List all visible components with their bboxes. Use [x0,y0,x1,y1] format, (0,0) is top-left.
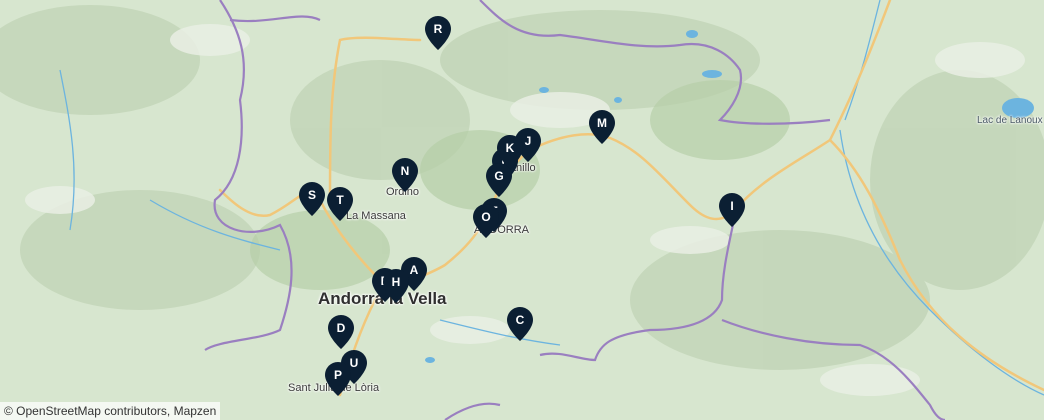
map-marker-C[interactable]: C [507,307,533,341]
map-marker-O[interactable]: O [473,204,499,238]
map-marker-M[interactable]: M [589,110,615,144]
map-marker-I[interactable]: I [719,193,745,227]
map-marker-N[interactable]: N [392,158,418,192]
map-attribution[interactable]: © OpenStreetMap contributors, Mapzen [0,402,221,420]
place-label-lac-de-lanoux: Lac de Lanoux [977,115,1043,126]
map-marker-T[interactable]: T [327,187,353,221]
map-marker-K[interactable]: K [497,135,523,169]
map-marker-P[interactable]: P [325,362,351,396]
map-marker-R[interactable]: R [425,16,451,50]
map-marker-D[interactable]: D [328,315,354,349]
map-canvas[interactable]: Andorra la Vella La Massana Ordino ANDOR… [0,0,1044,420]
place-label-la-massana: La Massana [346,210,406,222]
map-marker-H[interactable]: H [383,269,409,303]
terrain-layer [0,0,1044,420]
map-marker-S[interactable]: S [299,182,325,216]
